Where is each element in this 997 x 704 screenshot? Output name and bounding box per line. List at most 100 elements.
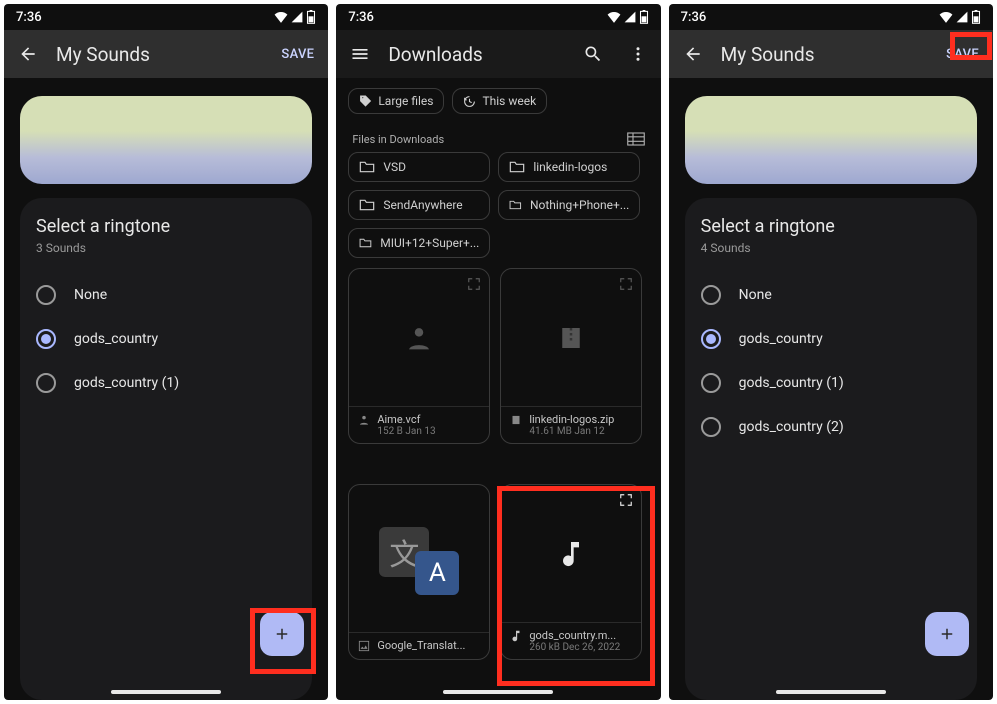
contact-icon (402, 321, 436, 355)
signal-icon (956, 11, 968, 23)
folder-label: MIUI+12+Super+... (380, 236, 479, 250)
folder-item[interactable]: MIUI+12+Super+... (348, 228, 490, 258)
view-toggle-icon[interactable] (627, 132, 645, 146)
section-title: Select a ringtone (701, 216, 961, 237)
folder-item[interactable]: Nothing+Phone+... (498, 190, 640, 220)
chip-label: Large files (378, 94, 433, 108)
file-meta: 152 B Jan 13 (377, 426, 435, 437)
save-button[interactable]: SAVE (281, 47, 314, 62)
folder-label: SendAnywhere (383, 198, 462, 212)
ringtone-option[interactable]: gods_country (701, 317, 961, 361)
nav-handle (443, 690, 553, 694)
ringtone-label: gods_country (1) (739, 375, 844, 391)
folder-label: Nothing+Phone+... (530, 198, 629, 212)
status-bar: 7:36 (4, 4, 328, 30)
screen-2-downloads: 7:36 Downloads Large files This week Fil… (336, 4, 660, 700)
folder-icon (509, 198, 522, 212)
wifi-icon (939, 11, 953, 23)
file-name: Google_Translat... (377, 639, 465, 652)
music-note-icon (555, 538, 587, 570)
ringtone-label: gods_country (739, 331, 823, 347)
expand-icon[interactable] (619, 277, 633, 291)
radio-unselected-icon (701, 373, 721, 393)
translate-icon: 文A (379, 519, 459, 599)
radio-unselected-icon (701, 417, 721, 437)
chip-this-week[interactable]: This week (452, 88, 547, 114)
status-bar: 7:36 (669, 4, 993, 30)
ringtone-label: gods_country (1) (74, 375, 179, 391)
section-title: Select a ringtone (36, 216, 296, 237)
radio-selected-icon (701, 329, 721, 349)
tag-icon (359, 95, 372, 108)
ringtone-label: gods_country (2) (739, 419, 844, 435)
ringtone-option[interactable]: None (36, 273, 296, 317)
folder-label: linkedin-logos (533, 160, 607, 174)
search-icon[interactable] (583, 44, 603, 64)
radio-unselected-icon (36, 373, 56, 393)
page-title: Downloads (388, 43, 564, 66)
file-card[interactable]: 文A Google_Translat... (348, 484, 490, 660)
radio-unselected-icon (701, 285, 721, 305)
hero-banner (685, 96, 977, 184)
expand-icon[interactable] (467, 277, 481, 291)
radio-unselected-icon (36, 285, 56, 305)
file-card[interactable]: linkedin-logos.zip41.61 MB Jan 12 (500, 268, 642, 444)
battery-icon (971, 10, 981, 24)
expand-icon[interactable] (619, 493, 633, 507)
status-bar: 7:36 (336, 4, 660, 30)
chip-large-files[interactable]: Large files (348, 88, 444, 114)
screen-3-my-sounds: 7:36 My Sounds SAVE Select a ringtone 4 … (669, 4, 993, 700)
screen-1-my-sounds: 7:36 My Sounds SAVE Select a ringtone 3 … (4, 4, 328, 700)
zip-small-icon (509, 413, 523, 427)
folder-icon (359, 236, 372, 250)
clock: 7:36 (348, 10, 374, 25)
section-count: 3 Sounds (36, 241, 296, 255)
ringtone-option[interactable]: gods_country (2) (701, 405, 961, 449)
folder-icon (359, 198, 375, 212)
zip-icon (556, 323, 586, 353)
signal-icon (624, 11, 636, 23)
app-bar: My Sounds SAVE (4, 30, 328, 78)
file-card[interactable]: Aime.vcf152 B Jan 13 (348, 268, 490, 444)
file-name: gods_country.m... (529, 629, 620, 642)
nav-handle (776, 690, 886, 694)
folder-item[interactable]: SendAnywhere (348, 190, 490, 220)
clock: 7:36 (16, 10, 42, 25)
status-icons (607, 10, 649, 24)
ringtone-option[interactable]: None (701, 273, 961, 317)
status-icons (939, 10, 981, 24)
ringtone-option[interactable]: gods_country (1) (701, 361, 961, 405)
file-meta: 41.61 MB Jan 12 (529, 426, 614, 437)
add-button[interactable] (260, 612, 304, 656)
hero-banner (20, 96, 312, 184)
battery-icon (306, 10, 316, 24)
add-button[interactable] (925, 612, 969, 656)
menu-icon[interactable] (350, 44, 370, 64)
page-title: My Sounds (721, 43, 928, 66)
file-card[interactable]: gods_country.m...260 kB Dec 26, 2022 (500, 484, 642, 660)
more-icon[interactable] (629, 44, 647, 64)
file-name: linkedin-logos.zip (529, 413, 614, 426)
history-icon (463, 95, 476, 108)
ringtone-option[interactable]: gods_country (36, 317, 296, 361)
ringtone-label: gods_country (74, 331, 158, 347)
folder-label: VSD (383, 160, 406, 174)
contact-small-icon (357, 413, 371, 427)
back-icon[interactable] (683, 44, 703, 64)
status-icons (274, 10, 316, 24)
music-small-icon (509, 629, 523, 643)
app-bar: My Sounds SAVE (669, 30, 993, 78)
files-header: Files in Downloads (352, 133, 444, 146)
wifi-icon (607, 11, 621, 23)
filter-chips: Large files This week (336, 78, 660, 124)
nav-handle (111, 690, 221, 694)
save-button[interactable]: SAVE (946, 47, 979, 62)
folder-icon (509, 160, 525, 174)
ringtone-option[interactable]: gods_country (1) (36, 361, 296, 405)
folder-item[interactable]: VSD (348, 152, 490, 182)
battery-icon (639, 10, 649, 24)
back-icon[interactable] (18, 44, 38, 64)
folder-item[interactable]: linkedin-logos (498, 152, 640, 182)
plus-icon (273, 625, 291, 643)
file-meta: 260 kB Dec 26, 2022 (529, 642, 620, 653)
